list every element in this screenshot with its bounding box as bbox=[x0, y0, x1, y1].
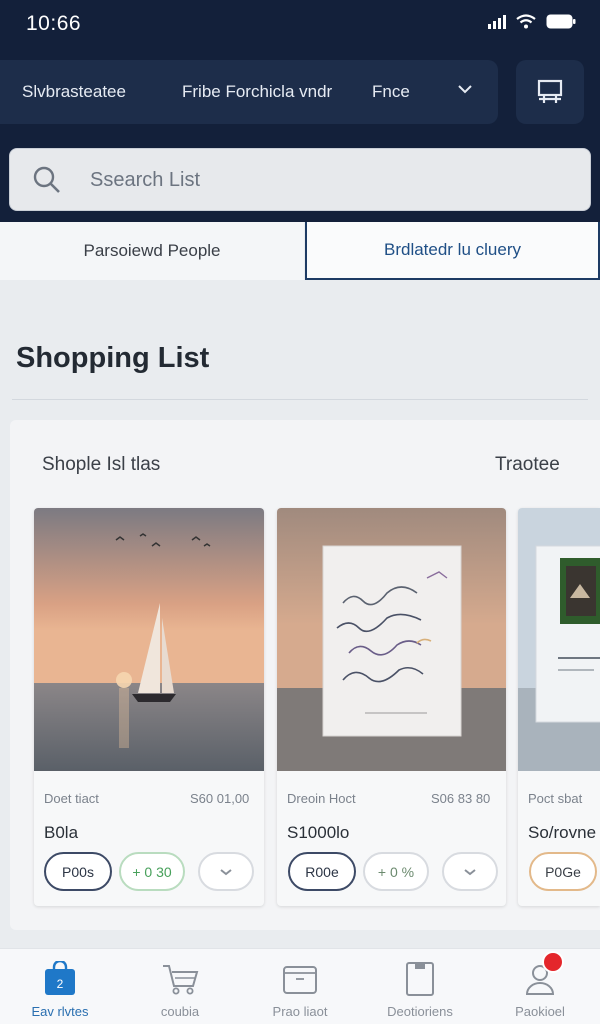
filter-item-1[interactable]: Slvbrasteatee bbox=[22, 82, 126, 102]
nav-label: Prao liaot bbox=[272, 1004, 328, 1019]
filter-bar[interactable]: Slvbrasteatee Fribe Forchicla vndr Fnce bbox=[0, 60, 498, 124]
product-card[interactable]: Doet tiact S60 01,00 B0la P00s + 0 30 bbox=[34, 508, 264, 906]
signal-icon bbox=[488, 14, 506, 29]
status-icons bbox=[488, 14, 576, 29]
nav-item-lists[interactable]: Prao liaot bbox=[240, 949, 360, 1024]
product-action-button[interactable]: R00e bbox=[288, 852, 356, 891]
product-meta: Doet tiact bbox=[44, 791, 99, 806]
battery-icon bbox=[546, 14, 576, 29]
product-more-button[interactable] bbox=[442, 852, 498, 891]
nav-label: Paokioel bbox=[515, 1004, 565, 1019]
product-meta: Dreoin Hoct bbox=[287, 791, 356, 806]
cart-icon bbox=[160, 959, 200, 999]
product-name: S1000lo bbox=[287, 823, 350, 842]
product-name: So/rovne bbox=[528, 823, 597, 842]
dropdown-icon bbox=[464, 868, 476, 875]
wifi-icon bbox=[516, 14, 536, 29]
nav-item-documents[interactable]: Deotioriens bbox=[360, 949, 480, 1024]
page-title: Shopping List bbox=[16, 342, 210, 374]
status-bar: 10:66 bbox=[0, 0, 600, 50]
product-quantity-button[interactable]: + 0 30 bbox=[119, 852, 185, 891]
bottom-nav: 2 Eav rlvtes coubia Prao liaot Deotiorie… bbox=[0, 948, 600, 1024]
search-box[interactable] bbox=[9, 148, 591, 211]
nav-label: Deotioriens bbox=[387, 1004, 453, 1019]
product-action-button[interactable]: P00s bbox=[44, 852, 112, 891]
product-price: S06 83 80 bbox=[431, 791, 491, 806]
divider bbox=[12, 399, 588, 400]
product-image-photo-frame bbox=[518, 508, 600, 771]
nav-item-cart[interactable]: coubia bbox=[120, 949, 240, 1024]
search-icon bbox=[32, 165, 62, 200]
tab-related-category[interactable]: Brdlatedr lu cluery bbox=[305, 222, 600, 280]
shopping-bag-icon: 2 bbox=[40, 959, 80, 999]
filter-item-2[interactable]: Fribe Forchicla vndr bbox=[182, 82, 332, 102]
app-header: 10:66 Slvbrasteatee Fribe Forchicla vndr… bbox=[0, 0, 600, 222]
folder-icon bbox=[280, 959, 320, 999]
tab-personal-people[interactable]: Parsoiewd People bbox=[0, 222, 304, 280]
panel-link[interactable]: Traotee bbox=[495, 454, 560, 476]
product-image-notepad bbox=[277, 508, 506, 771]
status-time: 10:66 bbox=[26, 12, 82, 35]
product-price: S60 01,00 bbox=[190, 791, 250, 806]
document-icon bbox=[400, 959, 440, 999]
nav-item-profile[interactable]: Paokioel bbox=[480, 949, 600, 1024]
layout-icon bbox=[537, 79, 563, 103]
product-card[interactable]: Dreoin Hoct S06 83 80 S1000lo R00e + 0 % bbox=[277, 508, 506, 906]
tab-bar: Parsoiewd People Brdlatedr lu cluery bbox=[0, 222, 600, 280]
svg-text:2: 2 bbox=[57, 977, 64, 991]
product-image-sailboat bbox=[34, 508, 264, 771]
chevron-down-icon[interactable] bbox=[456, 82, 474, 101]
product-name: B0la bbox=[44, 823, 79, 842]
panel-title: Shople Isl tlas bbox=[42, 454, 161, 475]
filter-item-3[interactable]: Fnce bbox=[372, 82, 410, 102]
nav-label: Eav rlvtes bbox=[31, 1004, 89, 1019]
nav-item-favorites[interactable]: 2 Eav rlvtes bbox=[0, 949, 120, 1024]
dropdown-icon bbox=[220, 868, 232, 875]
product-meta: Poct sbat bbox=[528, 791, 583, 806]
notification-badge bbox=[542, 951, 564, 973]
nav-label: coubia bbox=[160, 1004, 200, 1019]
product-more-button[interactable] bbox=[198, 852, 254, 891]
product-quantity-button[interactable]: + 0 % bbox=[363, 852, 429, 891]
product-card[interactable]: Poct sbat So/rovne P0Ge bbox=[518, 508, 600, 906]
search-input[interactable] bbox=[90, 163, 570, 197]
product-action-button[interactable]: P0Ge bbox=[529, 852, 597, 891]
layout-toggle-button[interactable] bbox=[516, 60, 584, 124]
